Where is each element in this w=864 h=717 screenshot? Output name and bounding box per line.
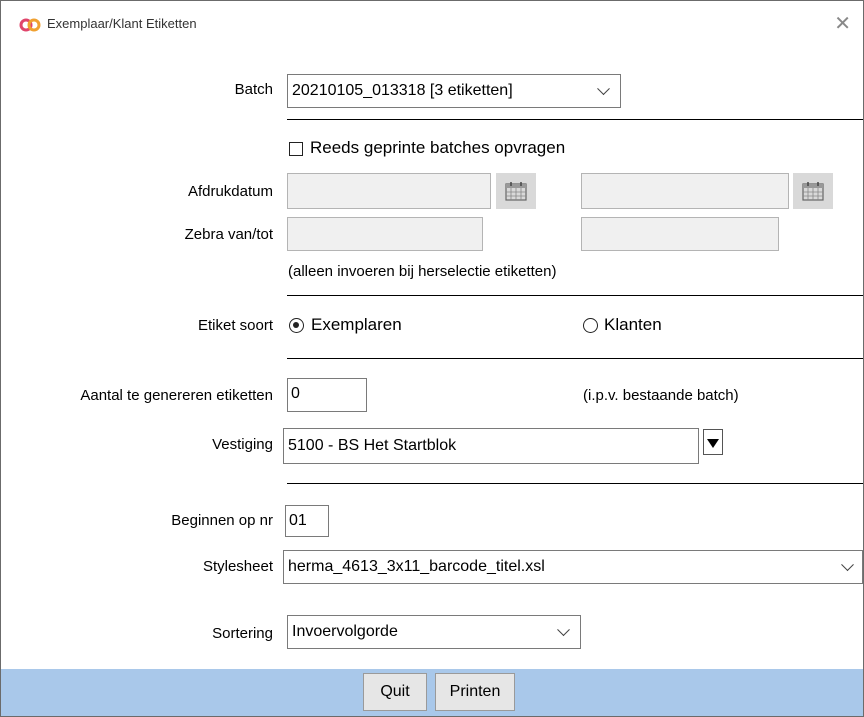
sorting-select[interactable]: Invoervolgorde [287, 615, 581, 649]
print-button[interactable]: Printen [435, 673, 515, 711]
divider [287, 483, 863, 484]
count-input[interactable]: 0 [287, 378, 367, 412]
stylesheet-label: Stylesheet [202, 558, 273, 575]
batch-select[interactable]: 20210105_013318 [3 etiketten] [287, 74, 621, 108]
dropdown-arrow-icon[interactable] [703, 429, 723, 455]
calendar-button-from[interactable] [496, 173, 536, 209]
branch-label: Vestiging [212, 436, 273, 453]
branch-select[interactable]: 5100 - BS Het Startblok [283, 428, 699, 464]
batch-value: 20210105_013318 [3 etiketten] [292, 82, 513, 99]
title-bar: Exemplaar/Klant Etiketten ✕ [1, 1, 863, 49]
zebra-to-input[interactable] [581, 217, 779, 251]
radio-exemplaren[interactable] [289, 318, 304, 333]
reprint-checkbox[interactable] [289, 142, 303, 156]
reprint-label: Reeds geprinte batches opvragen [310, 138, 566, 157]
calendar-button-to[interactable] [793, 173, 833, 209]
print-date-from-input[interactable] [287, 173, 491, 209]
radio-klanten-label: Klanten [604, 315, 662, 334]
chevron-down-icon [841, 558, 854, 572]
count-note: (i.p.v. bestaande batch) [583, 387, 739, 404]
chevron-down-icon [557, 623, 570, 637]
window-title: Exemplaar/Klant Etiketten [47, 16, 197, 31]
label-type-label: Etiket soort [197, 317, 273, 334]
sorting-label: Sortering [212, 625, 273, 642]
sorting-value: Invoervolgorde [292, 623, 398, 640]
hint-text: (alleen invoeren bij herselectie etikett… [288, 263, 557, 280]
divider [287, 119, 863, 120]
branch-value: 5100 - BS Het Startblok [288, 437, 457, 454]
zebra-label: Zebra van/tot [184, 226, 273, 243]
start-number-input[interactable]: 01 [285, 505, 329, 537]
quit-button[interactable]: Quit [363, 673, 427, 711]
stylesheet-select[interactable]: herma_4613_3x11_barcode_titel.xsl [283, 550, 863, 584]
app-logo-icon [19, 18, 41, 32]
divider [287, 358, 863, 359]
chevron-down-icon [597, 82, 610, 96]
start-number-label: Beginnen op nr [171, 512, 273, 529]
zebra-from-input[interactable] [287, 217, 483, 251]
print-date-to-input[interactable] [581, 173, 789, 209]
batch-label: Batch [234, 81, 273, 98]
stylesheet-value: herma_4613_3x11_barcode_titel.xsl [288, 558, 545, 575]
print-date-label: Afdrukdatum [187, 183, 273, 200]
calendar-icon [802, 182, 824, 201]
radio-klanten[interactable] [583, 318, 598, 333]
close-icon[interactable]: ✕ [834, 11, 851, 35]
calendar-icon [505, 182, 527, 201]
divider [287, 295, 863, 296]
button-bar: Quit Printen [1, 669, 863, 716]
dialog-window: Exemplaar/Klant Etiketten ✕ Batch 202101… [0, 0, 864, 717]
count-label: Aantal te genereren etiketten [80, 387, 273, 404]
radio-exemplaren-label: Exemplaren [311, 315, 402, 334]
